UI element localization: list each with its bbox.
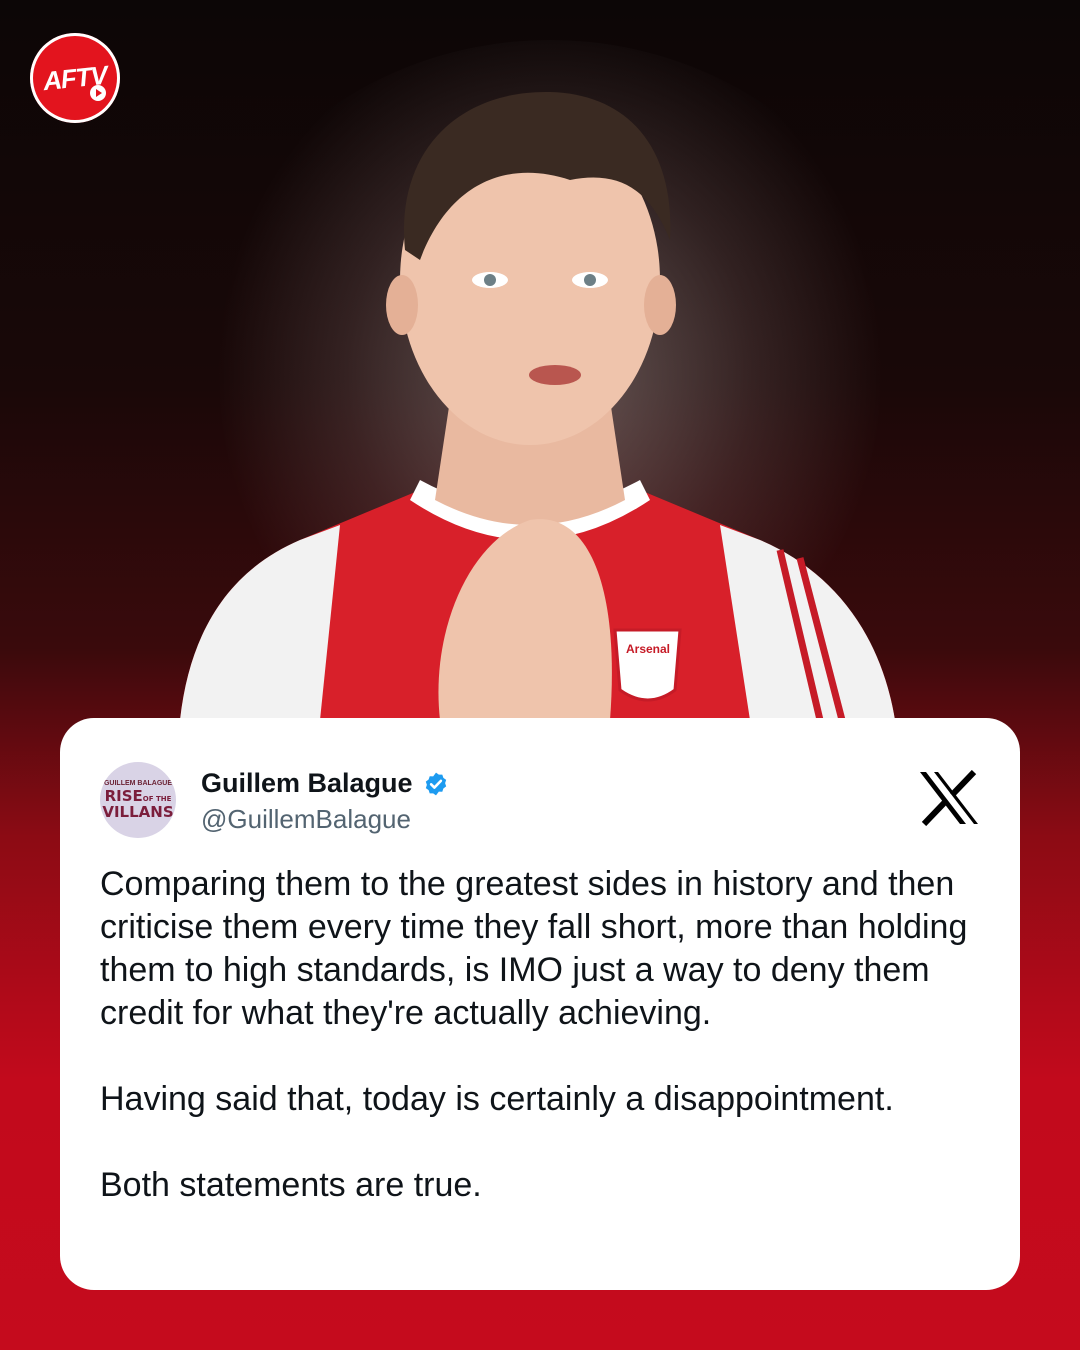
author-handle[interactable]: @GuillemBalague — [201, 804, 411, 835]
aftv-logo: AFTV — [30, 33, 120, 123]
player-photo: Arsenal — [180, 91, 895, 720]
play-icon — [90, 85, 106, 101]
author-name[interactable]: Guillem Balague — [201, 768, 413, 799]
post-paragraph-3: Both statements are true. — [100, 1166, 482, 1204]
avatar-title-line1: RISEOF THE — [104, 787, 172, 805]
svg-text:Arsenal: Arsenal — [626, 642, 670, 656]
avatar-caption: GUILLEM BALAGUE — [103, 780, 173, 787]
post-paragraph-2: Having said that, today is certainly a d… — [100, 1080, 894, 1118]
author-name-row: Guillem Balague — [201, 768, 449, 799]
post-card: GUILLEM BALAGUE RISEOF THE VILLANS Guill… — [60, 718, 1020, 1290]
author-avatar[interactable]: GUILLEM BALAGUE RISEOF THE VILLANS — [100, 762, 176, 838]
avatar-title-line2: VILLANS — [102, 803, 174, 821]
x-logo-icon[interactable] — [918, 770, 980, 826]
post-text: Comparing them to the greatest sides in … — [100, 863, 990, 1207]
verified-badge-icon — [425, 772, 446, 795]
post-paragraph-1: Comparing them to the greatest sides in … — [100, 865, 968, 1032]
